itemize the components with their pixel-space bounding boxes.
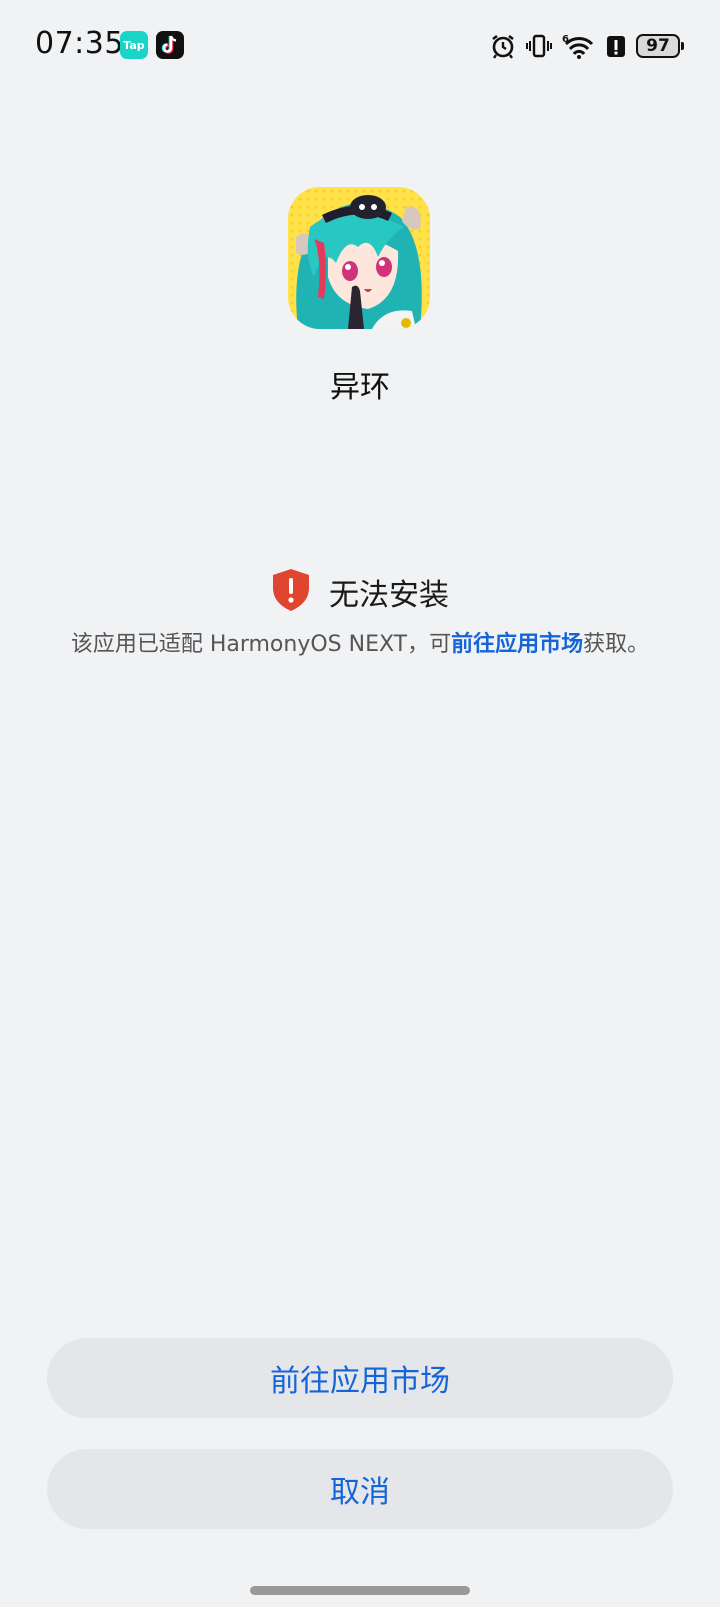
tiktok-icon: [156, 31, 184, 59]
warning-description-suffix: 获取。: [583, 632, 650, 657]
taptap-icon: Tap: [120, 31, 148, 59]
warning-title: 无法安装: [329, 578, 449, 613]
warning-description: 该应用已适配 HarmonyOS NEXT，可前往应用市场获取。: [0, 626, 720, 658]
app-icon: [288, 187, 430, 329]
vibrate-icon: [526, 33, 552, 59]
go-to-app-market-button[interactable]: 前往应用市场: [47, 1338, 673, 1418]
home-indicator[interactable]: [250, 1586, 470, 1595]
battery-level: 97: [646, 35, 670, 56]
status-time: 07:35: [35, 26, 124, 61]
status-icons: 6 97: [490, 30, 684, 62]
battery-indicator: 97: [636, 34, 684, 58]
shield-alert-icon: [271, 568, 311, 616]
app-name: 异环: [330, 370, 390, 405]
cancel-button[interactable]: 取消: [47, 1449, 673, 1529]
status-bar: 07:35 Tap 6 97: [0, 0, 720, 92]
warning-description-prefix: 该应用已适配 HarmonyOS NEXT，可: [70, 632, 452, 657]
alarm-icon: [490, 33, 516, 59]
app-market-link[interactable]: 前往应用市场: [451, 632, 583, 657]
install-warning: 无法安装: [0, 568, 720, 616]
wifi-6-icon: 6: [562, 32, 596, 60]
alert-icon: [606, 33, 626, 59]
